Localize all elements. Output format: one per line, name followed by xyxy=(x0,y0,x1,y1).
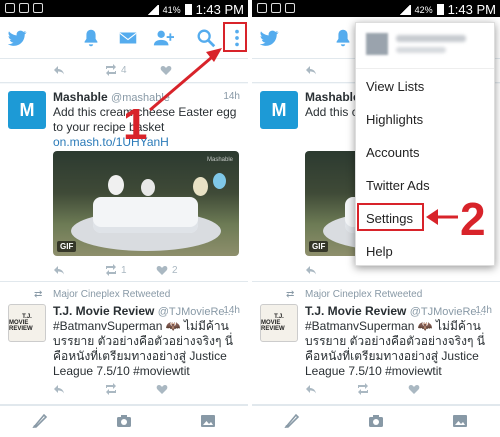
left-phone-screen: 41% 1:43 PM 4 M Mashable @mashable 14h A… xyxy=(0,0,248,437)
menu-item-accounts[interactable]: Accounts xyxy=(366,145,419,160)
blurred-handle xyxy=(396,47,446,53)
retweeted-icon: ⇄ xyxy=(286,289,295,300)
tweet-time: 14h xyxy=(223,91,240,102)
photo-gallery-icon[interactable] xyxy=(452,413,468,429)
gif-badge: GIF xyxy=(309,241,329,252)
highlight-box-settings xyxy=(357,203,424,231)
notification-icon xyxy=(257,3,267,13)
battery-icon xyxy=(436,4,444,15)
compose-tweet-icon[interactable] xyxy=(284,413,300,429)
step-number-2: 2 xyxy=(460,193,486,245)
notification-icon xyxy=(5,3,15,13)
media-cake xyxy=(93,197,198,233)
camera-icon[interactable] xyxy=(368,413,384,429)
tweet-handle: @TJMovieRe... xyxy=(409,306,486,318)
tweet-handle: @TJMovieRe... xyxy=(157,306,234,318)
menu-item-help[interactable]: Help xyxy=(366,244,393,259)
tweet-time: 14h xyxy=(475,305,492,316)
tweet-tj-movie-review[interactable]: ⇄ Major Cineplex Retweeted T.J. MOVIE REV… xyxy=(0,282,248,405)
notification-icon xyxy=(285,3,295,13)
screenshot-composite: 41% 1:43 PM 4 M Mashable @mashable 14h A… xyxy=(0,0,500,437)
notification-icons xyxy=(5,3,43,13)
add-user-icon[interactable] xyxy=(152,27,174,49)
media-egg xyxy=(213,173,226,189)
reply-icon[interactable] xyxy=(305,64,317,76)
retweet-button[interactable]: 1 xyxy=(105,264,127,276)
avatar[interactable]: T.J. MOVIE REVIEW xyxy=(260,304,298,342)
blurred-username xyxy=(396,35,466,42)
highlight-box-overflow-menu xyxy=(223,22,247,52)
tweet-time: 14h xyxy=(223,305,240,316)
notification-icon xyxy=(271,3,281,13)
retweeted-icon: ⇄ xyxy=(34,289,43,300)
messages-envelope-icon[interactable] xyxy=(117,27,139,49)
media-egg xyxy=(141,179,155,196)
search-icon[interactable] xyxy=(195,27,217,49)
avatar[interactable]: M xyxy=(8,91,46,129)
reply-icon[interactable] xyxy=(305,264,317,276)
battery-percent: 42% xyxy=(414,4,433,15)
photo-gallery-icon[interactable] xyxy=(200,413,216,429)
status-bar: 41% 1:43 PM xyxy=(0,0,248,17)
reply-icon[interactable] xyxy=(53,383,65,395)
menu-item-twitter-ads[interactable]: Twitter Ads xyxy=(366,178,430,193)
media-egg xyxy=(108,175,124,195)
clock: 1:43 PM xyxy=(195,2,244,17)
camera-icon[interactable] xyxy=(116,413,132,429)
bottom-compose-bar xyxy=(0,405,248,437)
notification-icon xyxy=(33,3,43,13)
battery-percent: 41% xyxy=(162,4,181,15)
menu-user-header[interactable] xyxy=(356,23,494,69)
avatar[interactable]: M xyxy=(260,91,298,129)
tweet-media-gif[interactable]: GIF Mashable xyxy=(53,151,239,256)
like-icon[interactable] xyxy=(160,64,172,76)
twitter-bird-icon[interactable] xyxy=(258,27,280,49)
like-button[interactable]: 2 xyxy=(156,264,178,276)
like-icon[interactable] xyxy=(156,383,168,395)
tweet-author[interactable]: Mashable @mashable xyxy=(53,90,170,104)
menu-item-view-lists[interactable]: View Lists xyxy=(366,79,424,94)
signal-icon xyxy=(146,4,159,15)
media-egg xyxy=(193,177,208,196)
notifications-bell-icon[interactable] xyxy=(80,27,102,49)
clock: 1:43 PM xyxy=(447,2,496,17)
top-navigation-bar xyxy=(0,17,248,59)
retweet-button[interactable]: 4 xyxy=(105,64,127,76)
retweeted-by: Major Cineplex Retweeted xyxy=(53,289,171,300)
notification-icons xyxy=(257,3,295,13)
tweet-author[interactable]: Mashable xyxy=(305,90,360,104)
like-icon[interactable] xyxy=(408,383,420,395)
retweet-icon[interactable] xyxy=(357,383,369,395)
tweet-text: Add this cream cheese Easter egg to your… xyxy=(305,105,355,119)
tweet-text: #BatmanvSuperman 🦇 ไม่มีค้านบรรยาย ตัวอย… xyxy=(53,319,233,378)
retweet-icon[interactable] xyxy=(105,383,117,395)
tweet-author[interactable]: T.J. Movie Review @TJMovieRe... xyxy=(305,304,486,318)
notifications-bell-icon[interactable] xyxy=(332,27,354,49)
media-watermark: Mashable xyxy=(206,157,233,163)
compose-tweet-icon[interactable] xyxy=(32,413,48,429)
tweet-author[interactable]: T.J. Movie Review @TJMovieRe... xyxy=(53,304,234,318)
retweet-count: 4 xyxy=(121,64,127,76)
menu-item-highlights[interactable]: Highlights xyxy=(366,112,423,127)
step-number-1: 1 xyxy=(123,100,148,149)
battery-icon xyxy=(184,4,192,15)
reply-icon[interactable] xyxy=(53,264,65,276)
gif-badge: GIF xyxy=(57,241,77,252)
avatar xyxy=(366,33,388,55)
tweet-link[interactable]: on.mash.to/1UHYanH xyxy=(53,135,169,149)
reply-icon[interactable] xyxy=(305,383,317,395)
status-bar: 42% 1:43 PM xyxy=(252,0,500,17)
reply-icon[interactable] xyxy=(53,64,65,76)
retweet-count: 1 xyxy=(121,264,127,276)
twitter-bird-icon[interactable] xyxy=(6,27,28,49)
tweet-actions-row: 4 xyxy=(0,59,248,83)
tweet-text: #BatmanvSuperman 🦇 ไม่มีค้านบรรยาย ตัวอย… xyxy=(305,319,485,378)
notification-icon xyxy=(19,3,29,13)
avatar[interactable]: T.J. MOVIE REVIEW xyxy=(8,304,46,342)
like-count: 2 xyxy=(172,264,178,276)
tweet-tj-movie-review[interactable]: ⇄ Major Cineplex Retweeted T.J. MOVIE REV… xyxy=(252,282,500,405)
retweeted-by: Major Cineplex Retweeted xyxy=(305,289,423,300)
bottom-compose-bar xyxy=(252,405,500,437)
signal-icon xyxy=(398,4,411,15)
